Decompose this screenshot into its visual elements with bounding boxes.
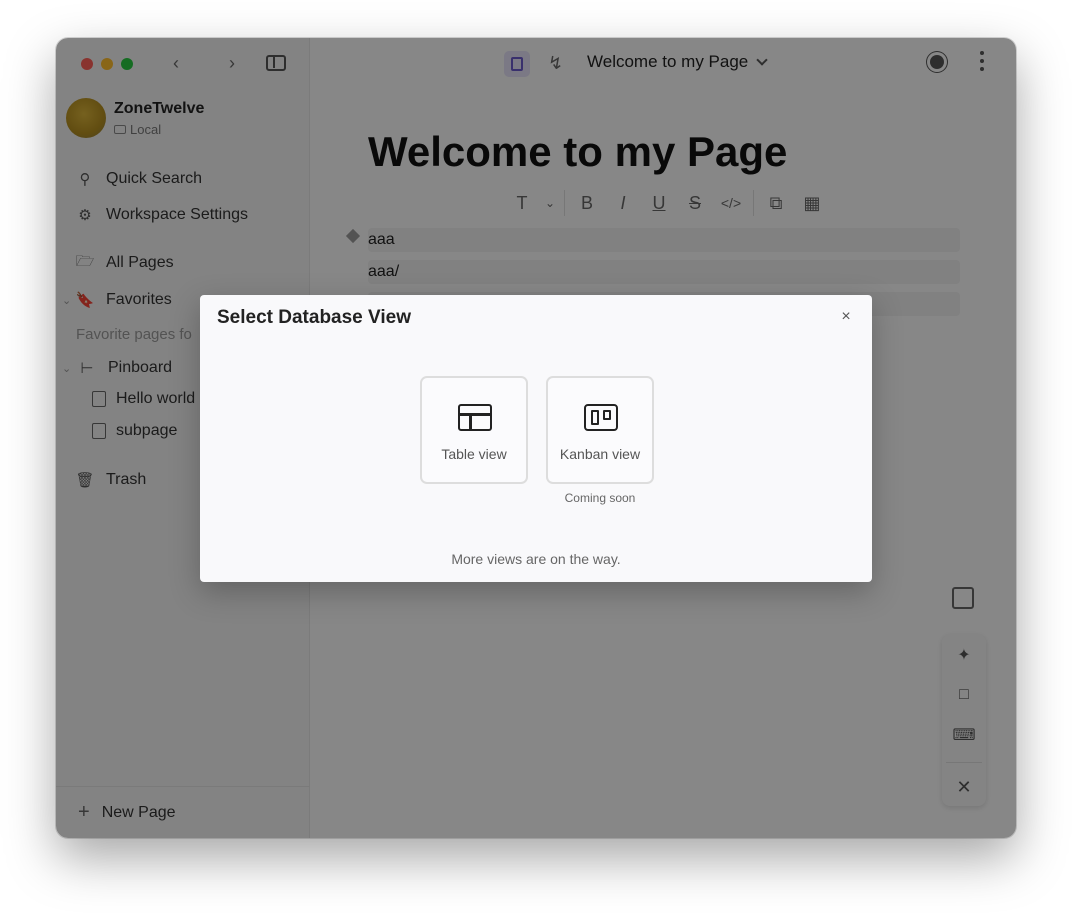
kanban-view-option[interactable]: Kanban view — [546, 376, 654, 484]
kanban-icon — [584, 404, 618, 431]
table-icon — [458, 404, 492, 431]
coming-soon-note: Coming soon — [564, 491, 636, 505]
close-icon[interactable]: × — [838, 309, 854, 325]
app-window: ‹ › ZoneTwelve Local ⚲ Quick Search ⚙ Wo… — [56, 38, 1016, 838]
view-option-label: Table view — [441, 446, 507, 462]
view-option-label: Kanban view — [559, 446, 641, 462]
dialog-title: Select Database View — [217, 307, 411, 328]
select-database-view-dialog: Select Database View × Table view Kanban… — [200, 295, 872, 582]
dialog-footer-text: More views are on the way. — [451, 551, 621, 567]
table-view-option[interactable]: Table view — [420, 376, 528, 484]
